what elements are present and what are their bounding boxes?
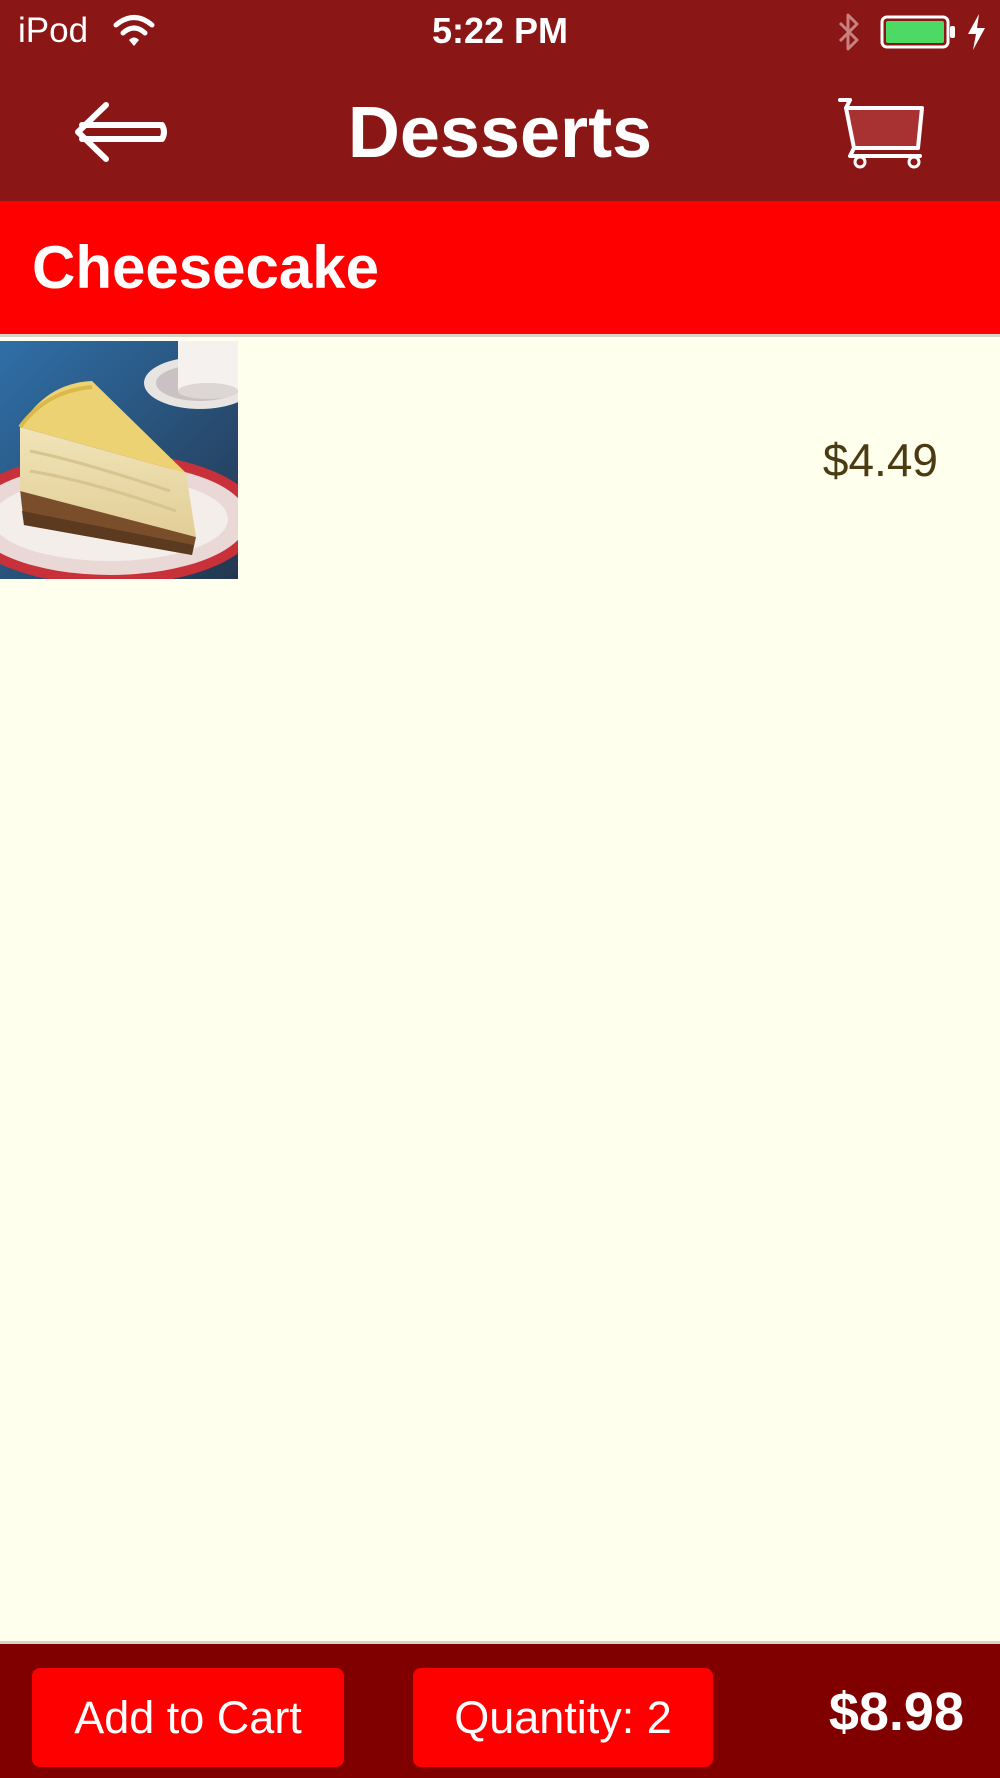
cart-button[interactable] bbox=[836, 96, 932, 170]
quantity-button[interactable]: Quantity: 2 bbox=[413, 1668, 713, 1767]
shopping-cart-icon bbox=[838, 98, 924, 169]
add-to-cart-button[interactable]: Add to Cart bbox=[32, 1668, 344, 1767]
section-title: Cheesecake bbox=[32, 234, 379, 301]
screen: iPod 5:22 PM Desserts Cheesecake $4.49 A… bbox=[0, 0, 1000, 1778]
order-total: $8.98 bbox=[828, 1682, 964, 1742]
charging-bolt-icon bbox=[968, 14, 985, 50]
battery-icon bbox=[880, 15, 955, 49]
section-header: Cheesecake bbox=[0, 201, 1000, 337]
cheesecake-image bbox=[0, 341, 238, 579]
bottom-toolbar: Add to Cart Quantity: 2 $8.98 bbox=[0, 1641, 1000, 1778]
bluetooth-icon bbox=[838, 13, 859, 51]
top-bar: iPod 5:22 PM Desserts bbox=[0, 0, 1000, 201]
product-row[interactable]: $4.49 bbox=[0, 341, 1000, 579]
product-price: $4.49 bbox=[822, 434, 938, 486]
